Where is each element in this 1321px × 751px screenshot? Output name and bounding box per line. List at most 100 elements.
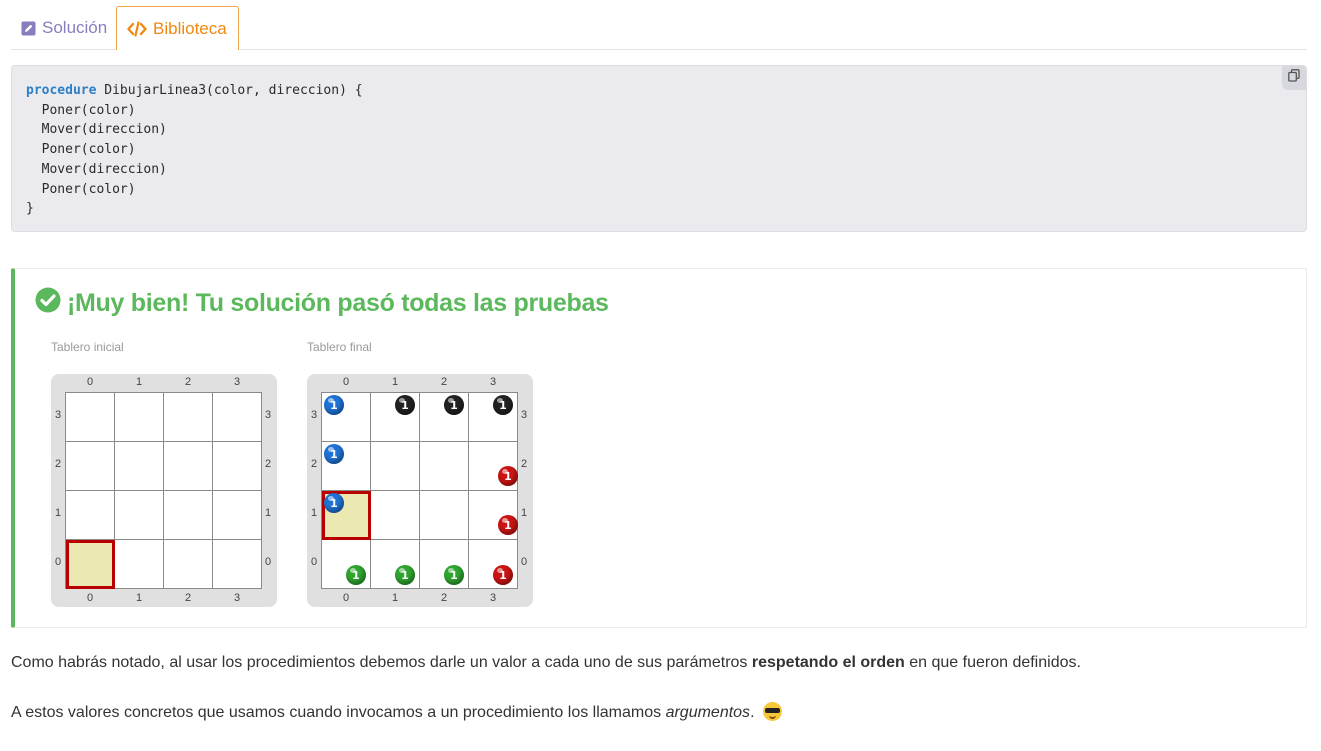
green-ball: 1 [444, 565, 464, 585]
p1-text-end: en que fueron definidos. [904, 654, 1081, 671]
code-block: procedure DibujarLinea3(color, direccion… [11, 65, 1307, 232]
column-label: 3 [489, 592, 497, 604]
tab-solution-label: Solución [42, 18, 108, 37]
copy-icon [1288, 69, 1300, 87]
red-ball: 1 [493, 565, 513, 585]
board-cell [164, 393, 213, 442]
black-ball: 1 [493, 395, 513, 415]
edit-icon [21, 21, 36, 36]
blue-ball: 1 [324, 444, 344, 464]
code-keyword: procedure [26, 83, 97, 98]
green-ball: 1 [346, 565, 366, 585]
p2-text-end: . [750, 704, 755, 721]
explanation-paragraph-2: A estos valores concretos que usamos cua… [11, 702, 782, 722]
result-title-text: ¡Muy bien! Tu solución pasó todas las pr… [67, 289, 609, 317]
row-label: 1 [520, 507, 528, 519]
row-label: 2 [264, 458, 272, 470]
row-label: 0 [520, 556, 528, 568]
tab-bar: Solución Biblioteca [11, 6, 1307, 50]
tab-library[interactable]: Biblioteca [116, 6, 239, 50]
board-cell [322, 540, 371, 589]
p2-text: A estos valores concretos que usamos cua… [11, 704, 666, 721]
tab-library-label: Biblioteca [153, 18, 227, 38]
column-label: 1 [135, 592, 143, 604]
row-label: 0 [54, 556, 62, 568]
column-label: 0 [342, 376, 350, 388]
code-icon [127, 20, 147, 37]
board-head-cell [66, 540, 115, 589]
column-label: 2 [184, 376, 192, 388]
code-line: Poner(color) [26, 102, 136, 118]
column-label: 0 [86, 376, 94, 388]
board-cell [164, 491, 213, 540]
row-label: 3 [54, 409, 62, 421]
code-line: Poner(color) [26, 142, 136, 158]
board-cell [66, 491, 115, 540]
column-label: 1 [135, 376, 143, 388]
tab-solution[interactable]: Solución [11, 6, 117, 50]
final-board-caption: Tablero final [307, 340, 372, 354]
sunglasses-emoji-icon [762, 702, 782, 721]
code-content: procedure DibujarLinea3(color, direccion… [26, 81, 363, 219]
board-cell [420, 442, 469, 491]
board-cell [115, 393, 164, 442]
code-closing: } [26, 201, 34, 217]
column-label: 1 [391, 376, 399, 388]
row-label: 3 [310, 409, 318, 421]
board-grid [65, 392, 262, 589]
p2-italic: argumentos [665, 704, 751, 721]
final-board: 1111111111110011223333221100 [307, 374, 533, 607]
board-cell [420, 491, 469, 540]
green-ball: 1 [395, 565, 415, 585]
board-cell [469, 540, 518, 589]
row-label: 1 [264, 507, 272, 519]
explanation-paragraph-1: Como habrás notado, al usar los procedim… [11, 654, 1081, 672]
column-label: 2 [440, 376, 448, 388]
row-label: 2 [54, 458, 62, 470]
column-label: 3 [489, 376, 497, 388]
blue-ball: 1 [324, 493, 344, 513]
board-cell [213, 491, 262, 540]
board-cell [420, 540, 469, 589]
check-circle-icon [35, 287, 61, 320]
black-ball: 1 [395, 395, 415, 415]
red-ball: 1 [498, 466, 518, 486]
code-line: Poner(color) [26, 181, 136, 197]
result-title: ¡Muy bien! Tu solución pasó todas las pr… [35, 287, 609, 320]
board-cell [213, 393, 262, 442]
board-cell [66, 393, 115, 442]
row-label: 2 [520, 458, 528, 470]
p1-text: Como habrás notado, al usar los procedim… [11, 654, 752, 671]
row-label: 3 [264, 409, 272, 421]
board-cell [371, 442, 420, 491]
initial-board-caption: Tablero inicial [51, 340, 124, 354]
row-label: 0 [310, 556, 318, 568]
row-label: 2 [310, 458, 318, 470]
row-label: 3 [520, 409, 528, 421]
board-cell [371, 540, 420, 589]
code-line: Mover(direccion) [26, 122, 167, 138]
code-signature: DibujarLinea3(color, direccion) { [96, 83, 363, 98]
copy-button[interactable] [1282, 66, 1306, 90]
column-label: 1 [391, 592, 399, 604]
p1-bold: respetando el orden [751, 654, 905, 671]
column-label: 3 [233, 376, 241, 388]
board-cell [66, 442, 115, 491]
red-ball: 1 [498, 515, 518, 535]
column-label: 0 [342, 592, 350, 604]
board-cell [115, 540, 164, 589]
black-ball: 1 [444, 395, 464, 415]
board-grid: 1 1 1 1 1 1 1 1 1 1 1 1 [321, 392, 518, 589]
row-label: 1 [54, 507, 62, 519]
column-label: 2 [184, 592, 192, 604]
board-cell [164, 540, 213, 589]
board-cell [213, 442, 262, 491]
column-label: 0 [86, 592, 94, 604]
column-label: 3 [233, 592, 241, 604]
code-line: Mover(direccion) [26, 161, 167, 177]
board-cell [164, 442, 213, 491]
row-label: 0 [264, 556, 272, 568]
board-cell [371, 491, 420, 540]
row-label: 1 [310, 507, 318, 519]
board-cell [213, 540, 262, 589]
